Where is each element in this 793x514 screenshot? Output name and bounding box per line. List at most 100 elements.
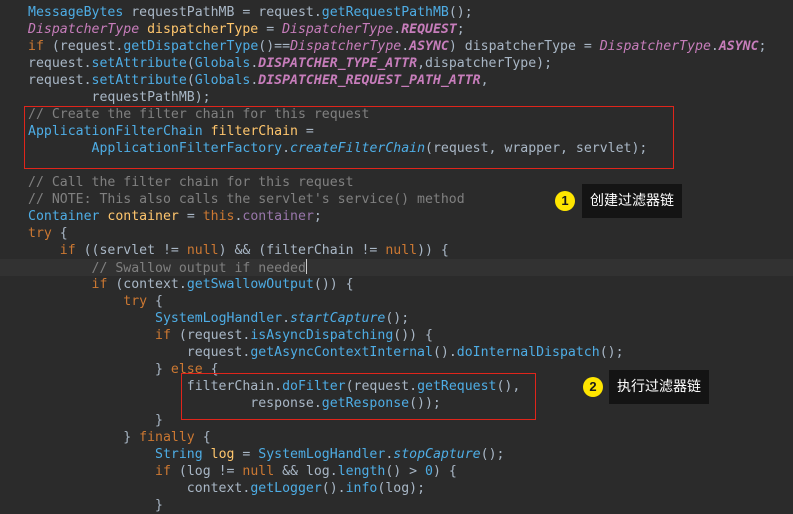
code-token: null — [385, 243, 418, 258]
code-line[interactable]: context.getLogger().info(log); — [0, 480, 793, 497]
code-token: DispatcherType — [282, 22, 394, 37]
code-token: filterChain — [210, 124, 298, 139]
code-line[interactable]: ApplicationFilterFactory.createFilterCha… — [0, 140, 793, 157]
code-token: ) dispatcherType = — [448, 39, 600, 54]
code-line[interactable]: try { — [0, 225, 793, 242]
code-line[interactable]: DispatcherType dispatcherType = Dispatch… — [0, 21, 793, 38]
code-token: Globals — [194, 56, 251, 71]
code-line[interactable]: } — [0, 412, 793, 429]
code-token: . — [83, 73, 92, 88]
code-line[interactable]: if (request.getDispatcherType()==Dispatc… — [0, 38, 793, 55]
code-token: if — [91, 277, 116, 292]
callout-badge-1: 1 — [555, 191, 575, 211]
code-token: else — [170, 362, 211, 377]
code-token: setAttribute — [91, 73, 187, 88]
code-token: = — [234, 447, 259, 462]
callout-label-create-filter-chain: 创建过滤器链 — [582, 184, 682, 218]
code-line[interactable]: request.setAttribute(Globals.DISPATCHER_… — [0, 72, 793, 89]
code-token: = — [297, 124, 314, 139]
code-token: (); — [385, 311, 410, 326]
code-token: (). — [321, 481, 346, 496]
code-token: filterChain. — [28, 379, 283, 394]
code-token: startCapture — [290, 311, 386, 326]
code-token: SystemLogHandler — [258, 447, 386, 462]
code-token: } — [28, 362, 171, 377]
code-token: Container — [28, 209, 108, 224]
code-line[interactable]: // Create the filter chain for this requ… — [0, 106, 793, 123]
code-token: } — [28, 498, 163, 513]
code-token: ()); — [409, 396, 441, 411]
code-line[interactable]: try { — [0, 293, 793, 310]
code-line[interactable]: request.setAttribute(Globals.DISPATCHER_… — [0, 55, 793, 72]
code-token: // Call the filter chain for this reques… — [28, 175, 354, 190]
code-line[interactable]: requestPathMB); — [0, 89, 793, 106]
code-token: (); — [599, 345, 624, 360]
code-token: ApplicationFilterChain — [28, 124, 211, 139]
code-token: finally — [139, 430, 203, 445]
code-line[interactable] — [0, 157, 793, 174]
code-token: { — [210, 362, 219, 377]
code-token: getAsyncContextInternal — [250, 345, 433, 360]
code-token: null — [242, 464, 283, 479]
code-token: . — [710, 39, 719, 54]
code-token: container — [107, 209, 179, 224]
code-token: SystemLogHandler — [155, 311, 283, 326]
code-token: ( — [186, 73, 195, 88]
code-line[interactable]: // Swallow output if needed — [0, 259, 793, 276]
code-line[interactable]: MessageBytes requestPathMB = request.get… — [0, 4, 793, 21]
code-token: request — [28, 73, 84, 88]
code-line[interactable]: if (log != null && log.length() > 0) { — [0, 463, 793, 480]
code-line[interactable]: } finally { — [0, 429, 793, 446]
code-line[interactable]: if (context.getSwallowOutput()) { — [0, 276, 793, 293]
code-token: ASYNC — [718, 39, 759, 54]
code-token: request — [258, 5, 314, 20]
code-token: try — [123, 294, 156, 309]
code-token: isAsyncDispatching — [250, 328, 394, 343]
code-token: getSwallowOutput — [186, 277, 314, 292]
code-token: (log); — [377, 481, 426, 496]
code-token: request — [59, 39, 116, 54]
code-line[interactable]: request.getAsyncContextInternal().doInte… — [0, 344, 793, 361]
code-token: doInternalDispatch — [456, 345, 600, 360]
code-token: = — [258, 22, 283, 37]
code-token: { — [59, 226, 68, 241]
code-line[interactable]: ApplicationFilterChain filterChain = — [0, 123, 793, 140]
code-token: = — [234, 5, 259, 20]
code-editor[interactable]: MessageBytes requestPathMB = request.get… — [0, 0, 793, 513]
callout-badge-2: 2 — [583, 377, 603, 397]
callout-label-execute-filter-chain: 执行过滤器链 — [609, 370, 709, 404]
code-token: length — [337, 464, 386, 479]
code-line[interactable]: } — [0, 497, 793, 514]
code-line[interactable]: SystemLogHandler.startCapture(); — [0, 310, 793, 327]
code-line[interactable]: if (request.isAsyncDispatching()) { — [0, 327, 793, 344]
code-token: (); — [480, 447, 505, 462]
code-token: if — [155, 464, 179, 479]
code-token: (request. — [178, 328, 251, 343]
code-token: ApplicationFilterFactory — [91, 141, 283, 156]
code-token: { — [155, 294, 163, 309]
code-token: (request, wrapper, servlet); — [425, 141, 648, 156]
code-token: { — [202, 430, 211, 445]
code-line[interactable]: String log = SystemLogHandler.stopCaptur… — [0, 446, 793, 463]
code-token: // Swallow output if needed — [91, 261, 306, 276]
code-token: , — [480, 73, 489, 88]
code-token: REQUEST — [401, 22, 457, 37]
text-caret — [305, 259, 307, 274]
code-token: DispatcherType — [290, 39, 402, 54]
code-token: ( — [186, 56, 195, 71]
code-token: setAttribute — [91, 56, 187, 71]
code-token: request. — [28, 345, 251, 360]
code-token: null — [186, 243, 219, 258]
code-token: ()) { — [393, 328, 433, 343]
code-token: (log != — [178, 464, 243, 479]
code-token: MessageBytes — [28, 5, 132, 20]
code-line[interactable]: if ((servlet != null) && (filterChain !=… — [0, 242, 793, 259]
code-token: . — [313, 5, 322, 20]
code-token: dispatcherType — [147, 22, 259, 37]
